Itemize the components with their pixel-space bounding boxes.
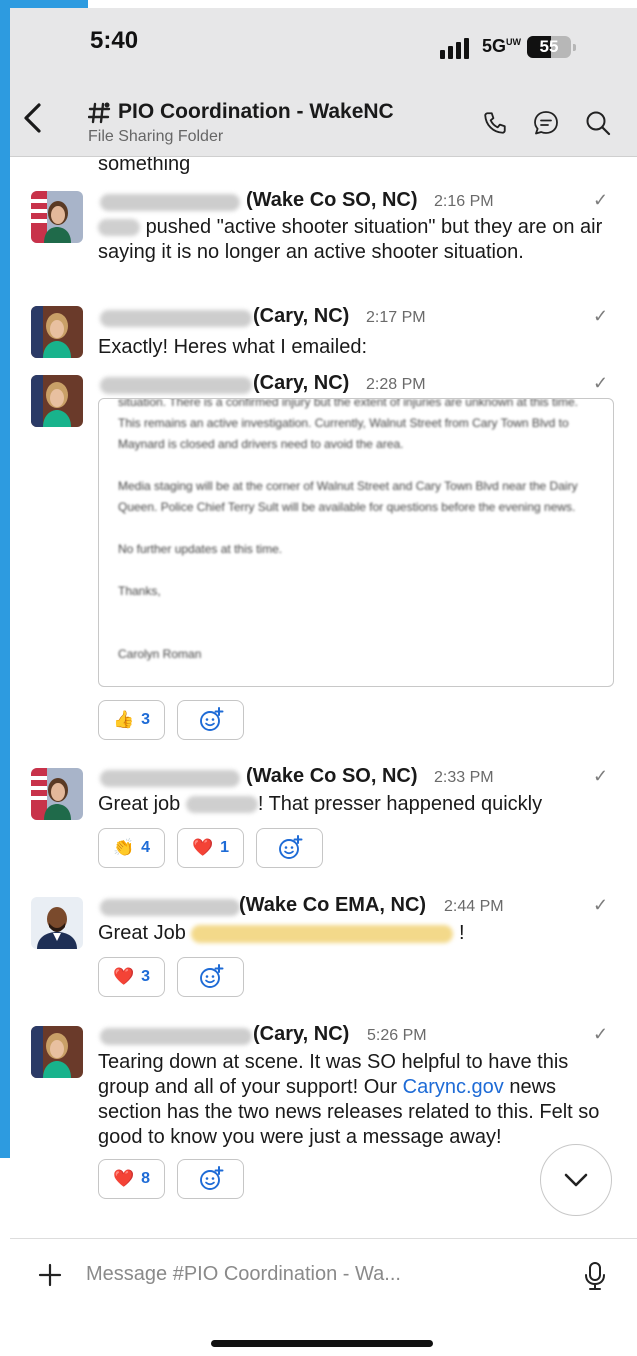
channel-subtitle: File Sharing Folder: [88, 128, 224, 145]
message-time: 2:17 PM: [366, 309, 426, 326]
message-text: Great job ! That presser happened quickl…: [98, 793, 543, 815]
message-text: Exactly! Heres what I emailed:: [98, 336, 367, 358]
check-icon: ✓: [593, 1024, 609, 1044]
signal-icon: [440, 38, 469, 59]
phone-icon[interactable]: [478, 106, 512, 140]
message-time: 2:28 PM: [366, 376, 426, 393]
add-reaction-button[interactable]: [256, 828, 323, 868]
background-strip-top: [0, 0, 88, 8]
channel-title[interactable]: PIO Coordination - WakeNC: [118, 100, 394, 124]
microphone-button[interactable]: [580, 1259, 610, 1293]
background-strip: [0, 0, 10, 1158]
avatar[interactable]: [31, 306, 83, 358]
reaction-count: 3: [141, 968, 151, 985]
author-location: (Cary, NC): [253, 372, 350, 394]
author-location: (Wake Co SO, NC): [246, 765, 418, 787]
author-name-redacted: [100, 1028, 252, 1045]
add-attachment-button[interactable]: [34, 1259, 66, 1291]
channel-hash-icon: [87, 101, 112, 131]
heart-icon: ❤️: [112, 1169, 135, 1188]
reaction-heart[interactable]: ❤️ 3: [98, 957, 165, 997]
author-name-redacted: [100, 770, 240, 787]
network-label: 5GUW: [482, 36, 522, 56]
thumbs-up-icon: 👍: [112, 710, 135, 729]
avatar[interactable]: [31, 375, 83, 427]
reaction-clap[interactable]: 👏 4: [98, 828, 165, 868]
author-name-redacted: [100, 194, 240, 211]
message-feed[interactable]: something (Wake Co SO, NC) 2:16 PM ✓ pus…: [10, 157, 637, 1237]
redacted-text: [185, 796, 258, 814]
add-emoji-icon: [199, 964, 223, 988]
reaction-count: 8: [141, 1170, 151, 1187]
author-location: (Wake Co EMA, NC): [239, 894, 427, 916]
reaction-heart[interactable]: ❤️ 1: [177, 828, 244, 868]
battery-icon: 55: [527, 36, 571, 58]
avatar[interactable]: [31, 191, 83, 243]
heart-icon: ❤️: [191, 838, 214, 857]
check-icon: ✓: [593, 373, 609, 393]
check-icon: ✓: [593, 306, 609, 326]
author-name-redacted: [100, 377, 252, 394]
home-indicator: [211, 1340, 433, 1347]
clap-icon: 👏: [112, 838, 135, 857]
heart-icon: ❤️: [112, 967, 135, 986]
add-emoji-icon: [199, 1166, 223, 1190]
status-time: 5:40: [90, 27, 139, 54]
add-reaction-button[interactable]: [177, 957, 244, 997]
app-root: 5:40 5GUW 55 PIO Coordination - WakeNC F…: [0, 0, 637, 1356]
message-text: pushed "active shooter situation" but th…: [98, 216, 603, 263]
message-time: 2:44 PM: [444, 898, 504, 915]
author-location: (Cary, NC): [253, 1023, 350, 1045]
message-input[interactable]: [86, 1257, 546, 1291]
add-emoji-icon: [278, 835, 302, 859]
threads-icon[interactable]: [529, 106, 563, 140]
add-emoji-icon: [199, 707, 223, 731]
check-icon: ✓: [593, 190, 609, 210]
reaction-count: 1: [220, 839, 230, 856]
battery-level: 55: [539, 37, 559, 56]
microphone-icon: [585, 1262, 605, 1290]
check-icon: ✓: [593, 766, 609, 786]
message-text: something: [98, 157, 191, 175]
avatar[interactable]: [31, 768, 83, 820]
redacted-text: [98, 219, 140, 237]
mention-redacted[interactable]: [191, 924, 454, 943]
reaction-heart[interactable]: ❤️ 8: [98, 1159, 165, 1199]
message-text: Tearing down at scene. It was SO helpful…: [98, 1051, 600, 1148]
check-icon: ✓: [593, 895, 609, 915]
carync-link[interactable]: Carync.gov: [403, 1076, 504, 1098]
author-location: (Wake Co SO, NC): [246, 189, 418, 211]
add-reaction-button[interactable]: [177, 1159, 244, 1199]
email-attachment[interactable]: situation. There is a confirmed injury b…: [98, 398, 614, 687]
plus-icon: [38, 1263, 62, 1287]
author-name-redacted: [100, 310, 252, 327]
battery-tip: [573, 44, 576, 51]
reaction-count: 3: [141, 711, 151, 728]
scroll-to-bottom-button[interactable]: [540, 1144, 612, 1216]
message-time: 2:33 PM: [434, 769, 494, 786]
author-location: (Cary, NC): [253, 305, 350, 327]
avatar[interactable]: [31, 1026, 83, 1078]
avatar[interactable]: [31, 897, 83, 949]
author-name-redacted: [100, 899, 240, 916]
reaction-count: 4: [141, 839, 151, 856]
search-icon[interactable]: [581, 106, 615, 140]
add-reaction-button[interactable]: [177, 700, 244, 740]
chevron-down-icon: [564, 1173, 588, 1187]
message-time: 5:26 PM: [367, 1027, 427, 1044]
message-time: 2:16 PM: [434, 193, 494, 210]
attachment-text: situation. There is a confirmed injury b…: [118, 398, 579, 661]
message-composer: [10, 1238, 637, 1308]
back-chevron-icon[interactable]: [10, 96, 54, 140]
message-text: Great Job !: [98, 922, 465, 944]
reaction-thumbs-up[interactable]: 👍 3: [98, 700, 165, 740]
